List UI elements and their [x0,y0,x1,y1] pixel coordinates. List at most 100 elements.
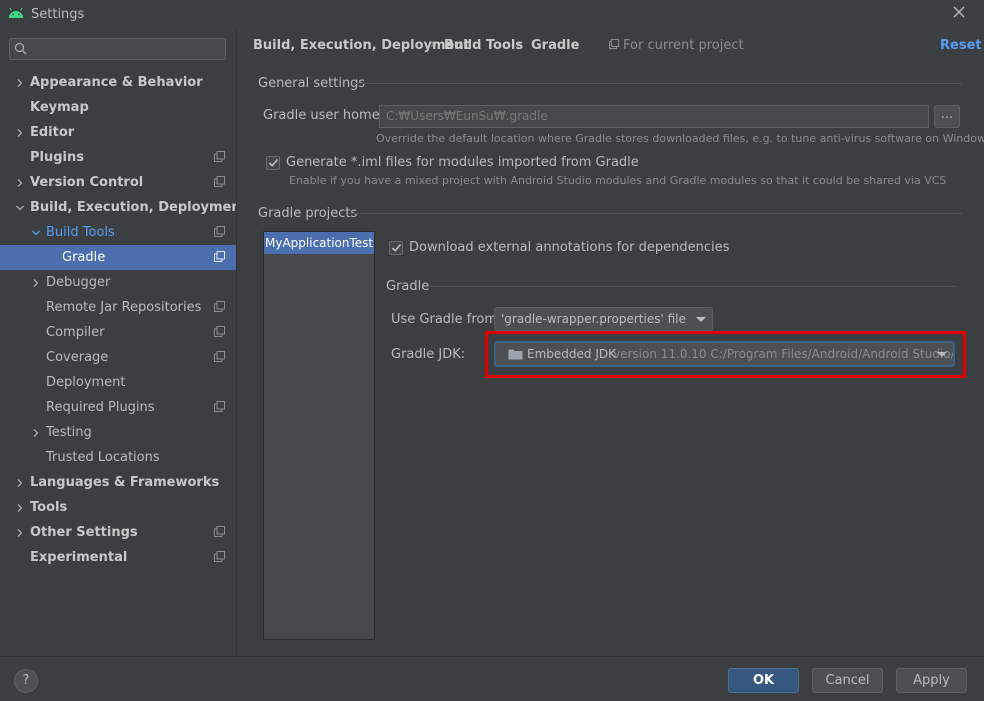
sidebar-item-editor[interactable]: Editor [0,120,236,145]
sidebar-item-label: Testing [46,425,92,440]
section-divider [428,286,957,287]
sidebar-item-label: Required Plugins [46,400,155,415]
sidebar-item-label: Build Tools [46,225,115,240]
ok-button[interactable]: OK [728,668,799,693]
sidebar-item-label: Tools [30,500,68,515]
scope-label: For current project [623,38,744,53]
sidebar-item-label: Keymap [30,100,89,115]
folder-icon [508,349,523,360]
dialog-footer: ? OK Cancel Apply [0,656,984,701]
chevron-down-icon [937,352,947,357]
sidebar-item-label: Version Control [30,175,144,190]
section-title-gradle: Gradle [386,279,430,294]
gradle-jdk-name: Embedded JDK [527,347,616,361]
project-scope-icon [214,226,225,237]
generate-iml-hint: Enable if you have a mixed project with … [289,174,947,187]
reset-link[interactable]: Reset [940,38,982,53]
sidebar-item-plugins[interactable]: Plugins [0,145,236,170]
sidebar-item-appearance-behavior[interactable]: Appearance & Behavior [0,70,236,95]
breadcrumb-item-gradle: Gradle [531,38,580,53]
browse-button[interactable]: ... [934,105,960,128]
apply-button[interactable]: Apply [896,668,967,693]
download-annotations-label: Download external annotations for depend… [409,240,730,255]
sidebar-item-build-execution-deployment[interactable]: Build, Execution, Deployment [0,195,247,220]
list-item-project[interactable]: MyApplicationTest2 [264,232,374,254]
use-gradle-from-dropdown[interactable]: 'gradle-wrapper.properties' file [494,307,713,331]
gradle-projects-list[interactable]: MyApplicationTest2 [263,231,375,640]
sidebar-item-required-plugins[interactable]: Required Plugins [0,395,236,420]
chevron-down-icon[interactable] [30,220,42,245]
generate-iml-label: Generate *.iml files for modules importe… [286,155,639,170]
breadcrumb-separator: › [516,37,522,52]
sidebar-item-other-settings[interactable]: Other Settings [0,520,236,545]
gradle-jdk-label: Gradle JDK: [391,347,466,362]
chevron-down-icon[interactable] [14,195,26,220]
sidebar-item-keymap[interactable]: Keymap [0,95,236,120]
sidebar-item-label: Other Settings [30,525,138,540]
project-scope-icon [214,526,225,537]
project-scope-icon [214,151,225,162]
sidebar-item-gradle[interactable]: Gradle [0,245,236,270]
chevron-right-icon[interactable] [14,470,26,495]
sidebar-item-label: Appearance & Behavior [30,75,203,90]
use-gradle-from-label: Use Gradle from: [391,312,502,327]
chevron-right-icon[interactable] [14,520,26,545]
gradle-user-home-label: Gradle user home: [263,108,385,123]
section-title-projects: Gradle projects [258,206,358,221]
sidebar-item-label: Trusted Locations [46,450,160,465]
gradle-jdk-version: version 11.0.10 C:/Program Files/Android… [613,347,955,361]
sidebar-item-version-control[interactable]: Version Control [0,170,236,195]
title-bar: Settings [0,0,984,30]
sidebar-item-debugger[interactable]: Debugger [0,270,236,295]
sidebar-item-label: Deployment [46,375,126,390]
sidebar-item-label: Editor [30,125,75,140]
project-scope-icon [214,176,225,187]
breadcrumb-separator: › [430,37,436,52]
sidebar-item-tools[interactable]: Tools [0,495,236,520]
close-icon[interactable] [950,5,968,23]
sidebar-item-deployment[interactable]: Deployment [0,370,236,395]
chevron-right-icon[interactable] [30,270,42,295]
sidebar-item-build-tools[interactable]: Build Tools [0,220,236,245]
android-icon [9,7,23,18]
generate-iml-checkbox[interactable] [266,156,280,170]
chevron-right-icon[interactable] [14,120,26,145]
project-scope-icon [609,39,619,49]
help-button[interactable]: ? [14,669,38,693]
sidebar-item-label: Debugger [46,275,111,290]
sidebar-item-label: Languages & Frameworks [30,475,220,490]
chevron-right-icon[interactable] [14,70,26,95]
download-annotations-checkbox[interactable] [389,241,403,255]
section-title-general: General settings [258,76,366,91]
project-scope-icon [214,401,225,412]
sidebar-item-label: Plugins [30,150,84,165]
sidebar-item-compiler[interactable]: Compiler [0,320,236,345]
breadcrumb-item-build-tools[interactable]: Build Tools [444,38,523,53]
sidebar-item-label: Build, Execution, Deployment [30,200,247,215]
gradle-jdk-dropdown[interactable]: Embedded JDK version 11.0.10 C:/Program … [494,341,955,367]
settings-sidebar: Appearance & Behavior Keymap Editor Plugins… [0,30,247,656]
chevron-right-icon[interactable] [30,420,42,445]
sidebar-item-coverage[interactable]: Coverage [0,345,236,370]
sidebar-item-experimental[interactable]: Experimental [0,545,236,570]
project-scope-icon [214,301,225,312]
sidebar-item-testing[interactable]: Testing [0,420,236,445]
breadcrumb-item-build[interactable]: Build, Execution, Deployment [253,38,470,53]
sidebar-item-label: Coverage [46,350,109,365]
sidebar-item-languages-frameworks[interactable]: Languages & Frameworks [0,470,236,495]
sidebar-item-trusted-locations[interactable]: Trusted Locations [0,445,236,470]
sidebar-item-remote-jar-repositories[interactable]: Remote Jar Repositories [0,295,236,320]
gradle-user-home-hint: Override the default location where Grad… [376,132,984,145]
cancel-button[interactable]: Cancel [812,668,883,693]
settings-content: Build, Execution, Deployment › Build Too… [237,30,984,656]
project-scope-icon [214,326,225,337]
use-gradle-from-value: 'gradle-wrapper.properties' file [501,312,686,326]
section-divider [353,83,962,84]
sidebar-item-label: Compiler [46,325,105,340]
project-scope-icon [214,551,225,562]
search-icon [14,42,27,55]
search-input[interactable] [9,38,226,60]
gradle-user-home-field[interactable]: C:₩Users₩EunSu₩.gradle [379,105,929,128]
chevron-right-icon[interactable] [14,495,26,520]
chevron-right-icon[interactable] [14,170,26,195]
